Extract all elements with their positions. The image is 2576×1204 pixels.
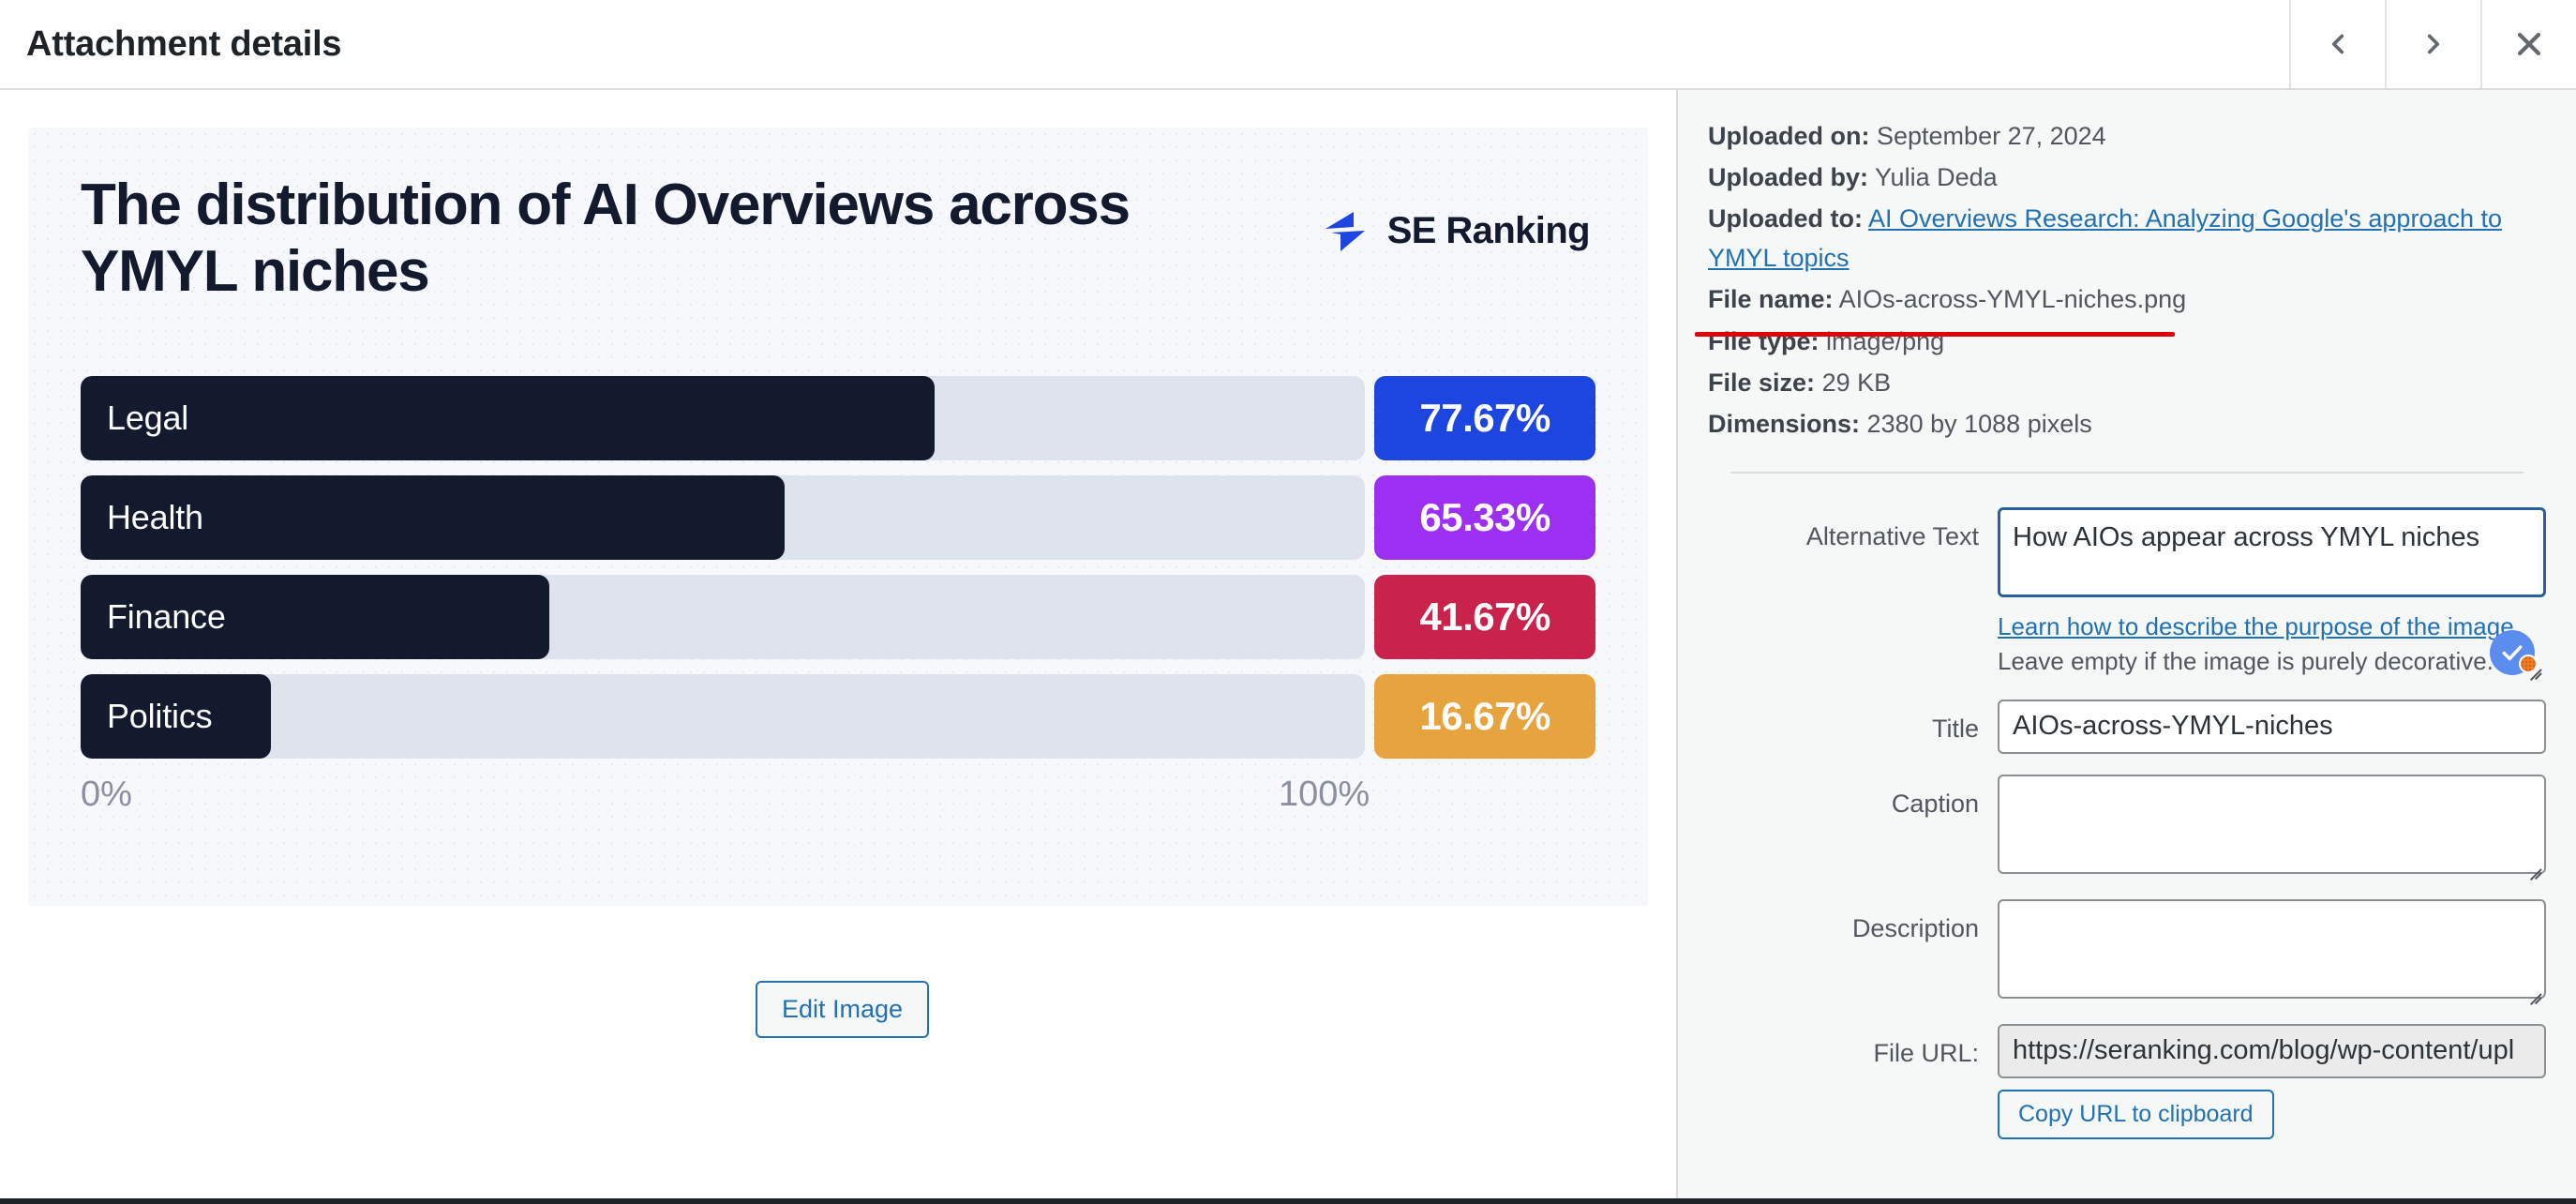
bar-row: Politics 16.67%	[81, 674, 1595, 759]
meta-file-name: File name: AIOs-across-YMYL-niches.png	[1708, 279, 2546, 319]
description-input[interactable]	[1998, 898, 2546, 999]
attachment-info-pane: Uploaded on: September 27, 2024 Uploaded…	[1676, 90, 2576, 1198]
meta-value: 29 KB	[1821, 368, 1892, 397]
meta-uploaded-to: Uploaded to: AI Overviews Research: Anal…	[1708, 199, 2546, 278]
meta-uploaded-by: Uploaded by: Yulia Deda	[1708, 158, 2546, 197]
edit-image-button[interactable]: Edit Image	[756, 981, 930, 1038]
meta-label: Uploaded on:	[1708, 122, 1870, 150]
file-name-annotation-underline	[1695, 332, 2175, 337]
meta-file-type: File type: image/png	[1708, 322, 2546, 361]
attachment-fields-form: Alternative Text How AIOs appear across …	[1708, 506, 2546, 1139]
bar-row: Health 65.33%	[81, 475, 1595, 560]
file-url-label: File URL:	[1873, 1038, 1979, 1067]
axis-max-label: 100%	[1279, 775, 1370, 814]
chart-title: The distribution of AI Overviews across …	[81, 173, 1131, 304]
meta-label: File name:	[1708, 285, 1834, 314]
bar-category-label: Legal	[107, 399, 189, 437]
describe-image-link[interactable]: Learn how to describe the purpose of the…	[1998, 612, 2514, 640]
bar-value-badge: 16.67%	[1374, 674, 1595, 759]
modal-header: Attachment details	[0, 0, 2576, 90]
chevron-left-icon	[2322, 28, 2354, 60]
field-file-url: File URL: Copy URL to clipboard	[1708, 1023, 2546, 1139]
meta-value: Yulia Deda	[1875, 163, 1998, 192]
next-button[interactable]	[2385, 0, 2480, 88]
bar-category-label: Health	[107, 498, 203, 536]
alt-text-label: Alternative Text	[1805, 521, 1979, 550]
bar-value-badge: 41.67%	[1374, 575, 1595, 659]
meta-dimensions: Dimensions: 2380 by 1088 pixels	[1708, 404, 2546, 444]
bar-category-label: Politics	[107, 697, 213, 735]
alt-text-note: Leave empty if the image is purely decor…	[1998, 646, 2494, 675]
meta-label: File size:	[1708, 368, 1816, 397]
header-button-group	[2289, 0, 2576, 88]
copy-url-button[interactable]: Copy URL to clipboard	[1998, 1089, 2274, 1139]
bar-track: Legal	[81, 376, 1366, 460]
grammarly-check-icon[interactable]	[2490, 629, 2538, 675]
bar-value-badge: 77.67%	[1374, 376, 1595, 460]
section-divider	[1730, 471, 2524, 474]
chart-axis: 0% 100%	[81, 775, 1599, 820]
bar-fill: Legal	[81, 376, 936, 460]
chevron-right-icon	[2418, 28, 2449, 60]
attachment-preview-pane: The distribution of AI Overviews across …	[0, 90, 1676, 1198]
brand-name: SE Ranking	[1386, 209, 1591, 251]
field-alternative-text: Alternative Text How AIOs appear across …	[1708, 506, 2546, 681]
bar-chart-bars: Legal 77.67% Health 65.33% Finance 41.67…	[81, 376, 1595, 774]
previous-button[interactable]	[2289, 0, 2385, 88]
meta-value: 2380 by 1088 pixels	[1866, 409, 2092, 438]
page-title: Attachment details	[26, 24, 342, 64]
attachment-details-modal: Attachment details The distribution of A…	[0, 0, 2576, 1204]
meta-value: September 27, 2024	[1877, 122, 2106, 150]
meta-label: Uploaded by:	[1708, 163, 1869, 192]
bar-value-badge: 65.33%	[1374, 475, 1595, 560]
bar-fill: Finance	[81, 575, 550, 659]
bar-track: Finance	[81, 575, 1366, 659]
se-ranking-logo: SE Ranking	[1320, 204, 1591, 257]
caption-input[interactable]	[1998, 774, 2546, 874]
caption-label: Caption	[1891, 789, 1979, 818]
bar-fill: Health	[81, 475, 785, 560]
lightning-bolt-icon	[1320, 204, 1372, 257]
title-label: Title	[1931, 714, 1979, 743]
title-input[interactable]	[1998, 699, 2546, 754]
bar-category-label: Finance	[107, 597, 226, 636]
bar-track: Health	[81, 475, 1366, 560]
bar-fill: Politics	[81, 674, 271, 759]
chart-image: The distribution of AI Overviews across …	[28, 128, 1648, 906]
meta-label: Uploaded to:	[1708, 204, 1863, 233]
meta-file-size: File size: 29 KB	[1708, 363, 2546, 402]
bar-row: Finance 41.67%	[81, 575, 1595, 659]
meta-value: AIOs-across-YMYL-niches.png	[1838, 285, 2187, 314]
file-url-input[interactable]	[1998, 1023, 2546, 1078]
axis-min-label: 0%	[81, 775, 132, 814]
close-icon	[2513, 28, 2545, 60]
bottom-bar	[0, 1198, 2576, 1204]
attachment-metadata: Uploaded on: September 27, 2024 Uploaded…	[1708, 116, 2546, 444]
bar-row: Legal 77.67%	[81, 376, 1595, 460]
alt-text-help: Learn how to describe the purpose of the…	[1998, 610, 2546, 679]
meta-label: Dimensions:	[1708, 409, 1861, 438]
close-button[interactable]	[2480, 0, 2576, 88]
alt-text-input[interactable]: How AIOs appear across YMYL niches	[1998, 506, 2546, 597]
bar-track: Politics	[81, 674, 1366, 759]
field-title: Title	[1708, 699, 2546, 754]
field-caption: Caption	[1708, 774, 2546, 880]
description-label: Description	[1851, 913, 1979, 942]
meta-uploaded-on: Uploaded on: September 27, 2024	[1708, 116, 2546, 156]
field-description: Description	[1708, 898, 2546, 1005]
